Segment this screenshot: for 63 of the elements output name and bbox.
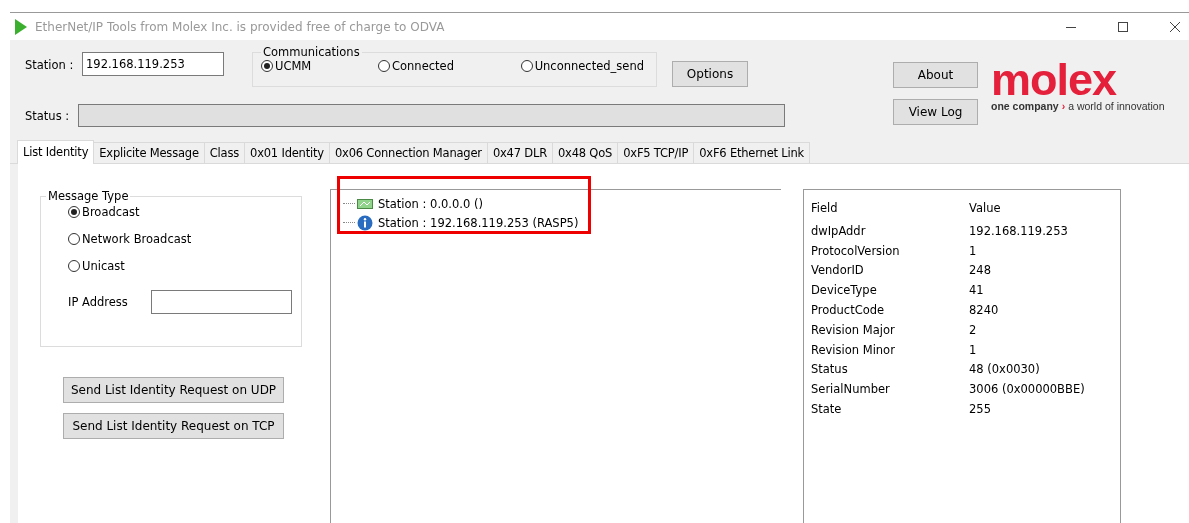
window-title: EtherNet/IP Tools from Molex Inc. is provided free of charge to ODVA bbox=[35, 19, 445, 34]
app-icon bbox=[15, 18, 27, 35]
radio-button[interactable] bbox=[68, 233, 80, 245]
message-type-title: Message Type bbox=[47, 189, 130, 203]
table-cell-text: 248 bbox=[968, 263, 991, 278]
column-header[interactable]: Value bbox=[961, 201, 1001, 215]
status-label: Status : bbox=[25, 108, 71, 123]
table-cell-text: SerialNumber bbox=[810, 382, 891, 397]
logo-tagline: one company bbox=[991, 100, 1059, 112]
tree-item[interactable]: Station : 0.0.0.0 () bbox=[378, 196, 483, 211]
table-cell-text: 192.168.119.253 bbox=[968, 223, 1068, 238]
radio-button[interactable] bbox=[68, 206, 80, 218]
send-button[interactable]: Send List Identity Request on TCP bbox=[63, 413, 284, 439]
table-cell-text: 48 (0x0030) bbox=[968, 362, 1040, 377]
tab[interactable]: 0xF6 Ethernet Link bbox=[693, 142, 811, 163]
send-button[interactable]: Send List Identity Request on UDP bbox=[63, 377, 284, 403]
radio-label[interactable]: Connected bbox=[392, 59, 454, 73]
radio-button[interactable] bbox=[261, 60, 273, 72]
table-cell-text: 2 bbox=[968, 322, 977, 337]
tab[interactable]: 0x01 Identity bbox=[244, 142, 330, 163]
ip-address-label: IP Address bbox=[68, 295, 128, 309]
side-button[interactable]: About bbox=[893, 62, 978, 88]
table-cell-text: dwIpAddr bbox=[810, 223, 867, 238]
close-icon[interactable] bbox=[1169, 20, 1181, 33]
ip-address-field[interactable] bbox=[150, 290, 292, 314]
radio-label[interactable]: Broadcast bbox=[82, 205, 140, 219]
info-icon bbox=[357, 214, 373, 231]
table-cell-text: ProtocolVersion bbox=[810, 243, 901, 258]
table-cell-text: DeviceType bbox=[810, 283, 878, 298]
radio-label[interactable]: Network Broadcast bbox=[82, 232, 192, 246]
tab[interactable]: Explicite Message bbox=[93, 142, 205, 163]
side-button[interactable]: View Log bbox=[893, 99, 978, 125]
station-label: Station : bbox=[25, 58, 75, 72]
maximize-icon[interactable] bbox=[1117, 20, 1129, 33]
radio-label[interactable]: Unicast bbox=[82, 259, 125, 273]
table-cell-text: Revision Major bbox=[810, 322, 896, 337]
tree-item[interactable]: Station : 192.168.119.253 (RASP5) bbox=[378, 215, 579, 230]
table-cell-text: 1 bbox=[968, 342, 977, 357]
column-header[interactable]: Field bbox=[804, 201, 961, 215]
radio-button[interactable] bbox=[378, 60, 390, 72]
radio-button[interactable] bbox=[68, 260, 80, 272]
communications-title: Communications bbox=[262, 45, 361, 59]
logo-wordmark: molex bbox=[991, 62, 1117, 98]
table-cell-text: 3006 (0x00000BBE) bbox=[968, 382, 1085, 397]
table-cell-text: VendorID bbox=[810, 263, 865, 278]
table-cell-text: 41 bbox=[968, 283, 984, 298]
network-card-icon bbox=[357, 197, 373, 210]
tab[interactable]: 0x06 Connection Manager bbox=[328, 142, 488, 163]
table-cell-text: 8240 bbox=[968, 303, 999, 318]
tab[interactable]: List Identity bbox=[17, 140, 95, 164]
table-cell-text: State bbox=[810, 402, 843, 417]
table-cell-text: 255 bbox=[968, 402, 991, 417]
table-cell-text: 1 bbox=[968, 243, 977, 258]
table-cell-text: Status bbox=[810, 362, 849, 377]
table-cell-text: Revision Minor bbox=[810, 342, 896, 357]
logo-tagline: a world of innovation bbox=[1068, 100, 1165, 112]
table-cell-text: ProductCode bbox=[810, 303, 886, 318]
options-button[interactable]: Options bbox=[672, 61, 748, 87]
radio-button[interactable] bbox=[520, 60, 533, 72]
radio-label[interactable]: UCMM bbox=[275, 59, 312, 73]
radio-label[interactable]: Unconnected_send bbox=[534, 59, 644, 73]
station-field[interactable]: 192.168.119.253 bbox=[82, 52, 224, 76]
logo-separator: › bbox=[1061, 100, 1066, 112]
